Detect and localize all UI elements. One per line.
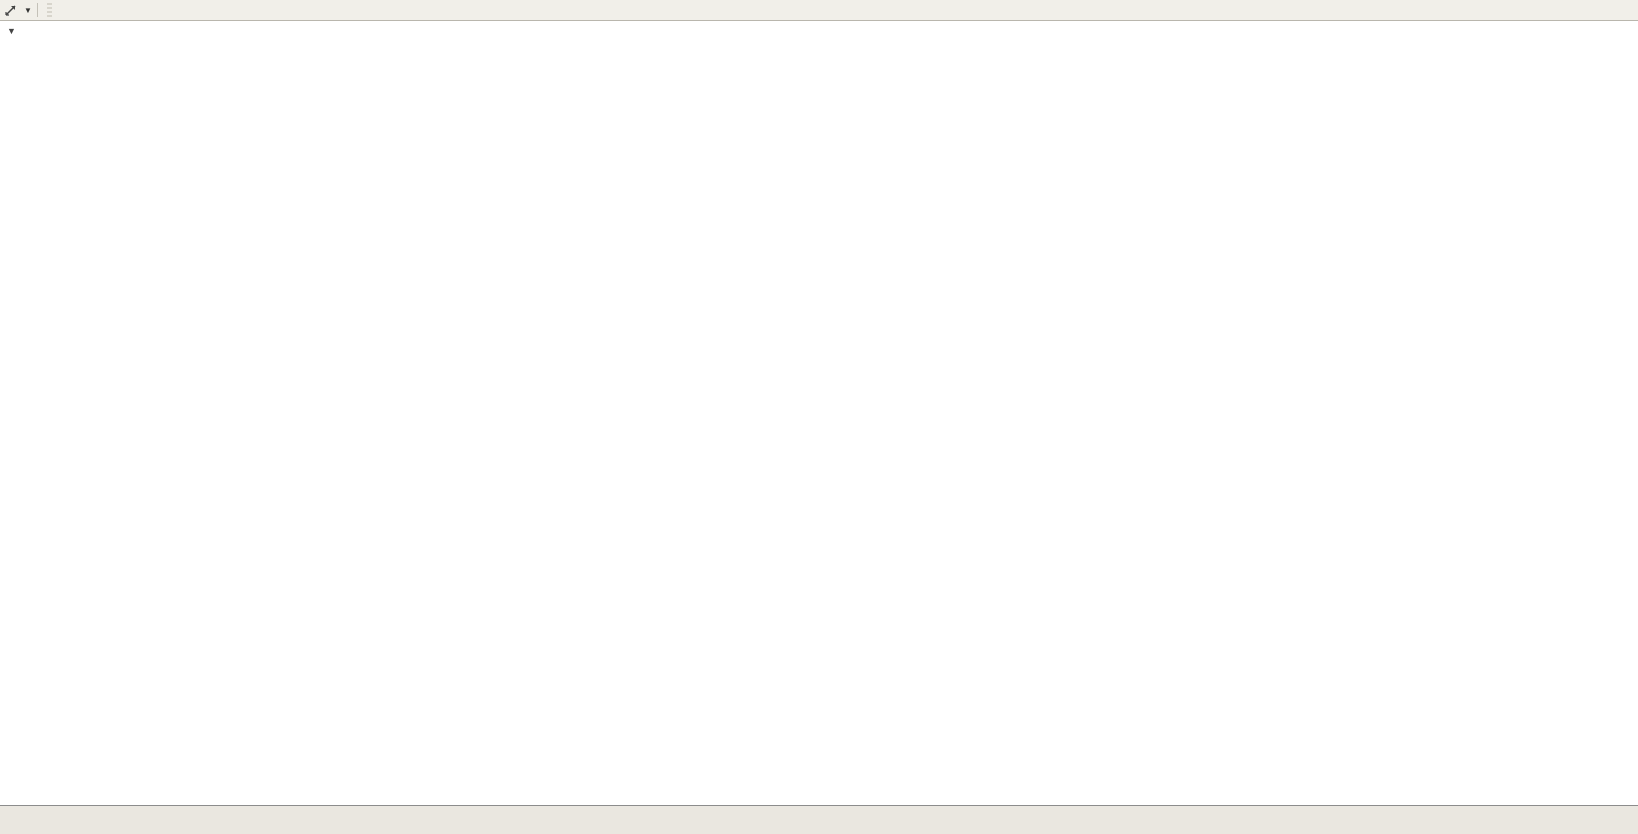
chart-canvas[interactable] bbox=[0, 0, 1638, 833]
chart-title: ▼ bbox=[7, 25, 26, 37]
chart-tab-bar bbox=[0, 805, 1638, 834]
collapse-arrow-icon[interactable]: ▼ bbox=[7, 26, 16, 36]
